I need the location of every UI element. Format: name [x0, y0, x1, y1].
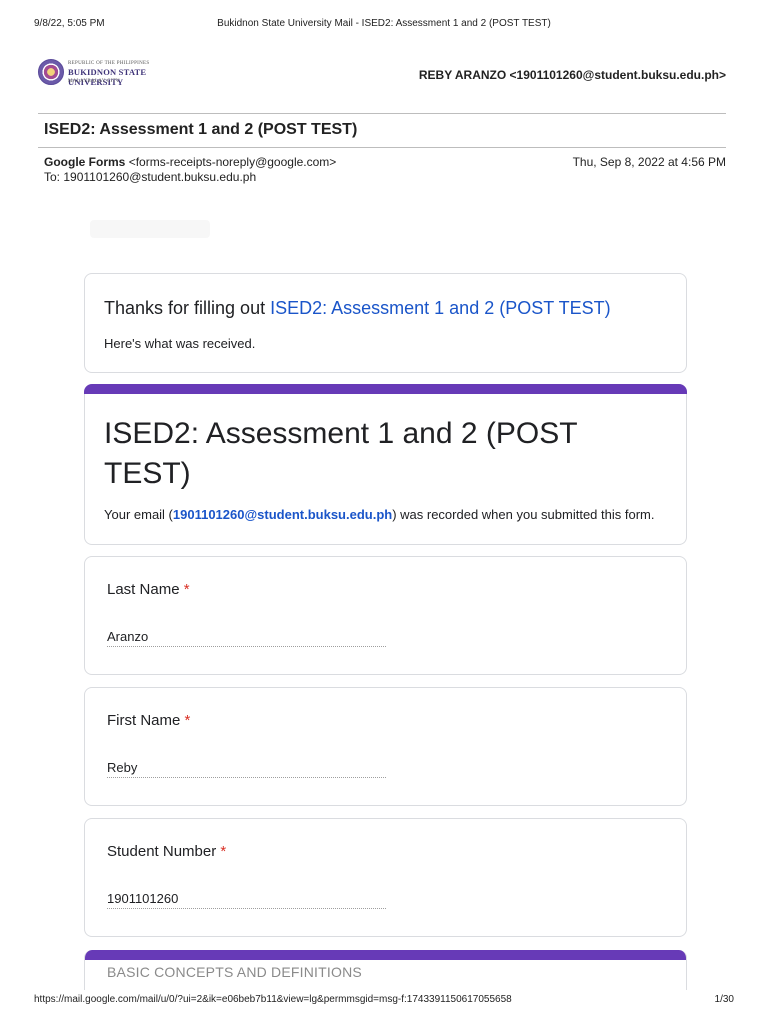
email-timestamp: Thu, Sep 8, 2022 at 4:56 PM — [572, 155, 726, 169]
question-label: First Name * — [107, 712, 190, 729]
question-label: Last Name * — [107, 581, 190, 598]
question-label: Student Number * — [107, 843, 226, 860]
accent-bar — [85, 950, 686, 960]
form-title-card: ISED2: Assessment 1 and 2 (POST TEST) Yo… — [84, 384, 687, 545]
thanks-card: Thanks for filling out ISED2: Assessment… — [84, 273, 687, 373]
logo-city-text: MALAYBALAY CITY — [68, 79, 120, 84]
required-asterisk: * — [184, 712, 191, 729]
email-subject: ISED2: Assessment 1 and 2 (POST TEST) — [44, 121, 358, 138]
logo-republic-text: REPUBLIC OF THE PHILIPPINES — [68, 61, 150, 66]
sender-address: <forms-receipts-noreply@google.com> — [128, 155, 337, 169]
respondent-email-link[interactable]: 1901101260@student.buksu.edu.ph — [173, 507, 392, 522]
required-asterisk: * — [220, 843, 227, 860]
question-answer: 1901101260 — [107, 891, 179, 906]
received-note: Here's what was received. — [104, 336, 256, 351]
answer-underline — [107, 646, 386, 647]
email-note-suffix: ) was recorded when you submitted this f… — [392, 507, 655, 522]
email-recorded-note: Your email (1901101260@student.buksu.edu… — [104, 507, 654, 522]
print-url: https://mail.google.com/mail/u/0/?ui=2&i… — [34, 994, 512, 1005]
thanks-message: Thanks for filling out ISED2: Assessment… — [104, 298, 611, 319]
thanks-prefix: Thanks for filling out — [104, 298, 266, 318]
print-page-number: 1/30 — [714, 994, 734, 1005]
answer-underline — [107, 908, 386, 909]
form-title: ISED2: Assessment 1 and 2 (POST TEST) — [104, 417, 577, 490]
logo-university-name: BUKIDNON STATE UNIVERSITY — [68, 67, 147, 87]
account-name: REBY ARANZO <1901101260@student.buksu.ed… — [418, 68, 726, 82]
question-card-last-name: Last Name * Aranzo — [84, 556, 687, 675]
question-title: Student Number — [107, 843, 217, 860]
university-logo: REPUBLIC OF THE PHILIPPINES BUKIDNON STA… — [38, 54, 172, 98]
university-seal-icon — [38, 59, 64, 85]
print-footer: https://mail.google.com/mail/u/0/?ui=2&i… — [34, 994, 734, 1008]
form-link[interactable]: ISED2: Assessment 1 and 2 (POST TEST) — [270, 298, 610, 318]
question-card-first-name: First Name * Reby — [84, 687, 687, 806]
sender-line: Google Forms <forms-receipts-noreply@goo… — [44, 155, 336, 169]
question-title: First Name — [107, 712, 181, 729]
divider — [38, 113, 726, 114]
email-note-prefix: Your email ( — [104, 507, 173, 522]
answer-underline — [107, 777, 386, 778]
accent-bar — [84, 384, 687, 394]
print-page-title: Bukidnon State University Mail - ISED2: … — [217, 18, 551, 29]
question-answer: Aranzo — [107, 629, 149, 644]
recipient-line: To: 1901101260@student.buksu.edu.ph — [44, 170, 257, 184]
hidden-preheader — [90, 220, 210, 238]
print-header: 9/8/22, 5:05 PM Bukidnon State Universit… — [34, 18, 734, 32]
question-answer: Reby — [107, 760, 138, 775]
section-title: BASIC CONCEPTS AND DEFINITIONS — [107, 964, 362, 980]
section-card: BASIC CONCEPTS AND DEFINITIONS — [84, 950, 687, 990]
sender-name: Google Forms — [44, 155, 126, 169]
required-asterisk: * — [183, 581, 190, 598]
divider — [38, 147, 726, 148]
question-title: Last Name — [107, 581, 180, 598]
question-card-student-number: Student Number * 1901101260 — [84, 818, 687, 937]
